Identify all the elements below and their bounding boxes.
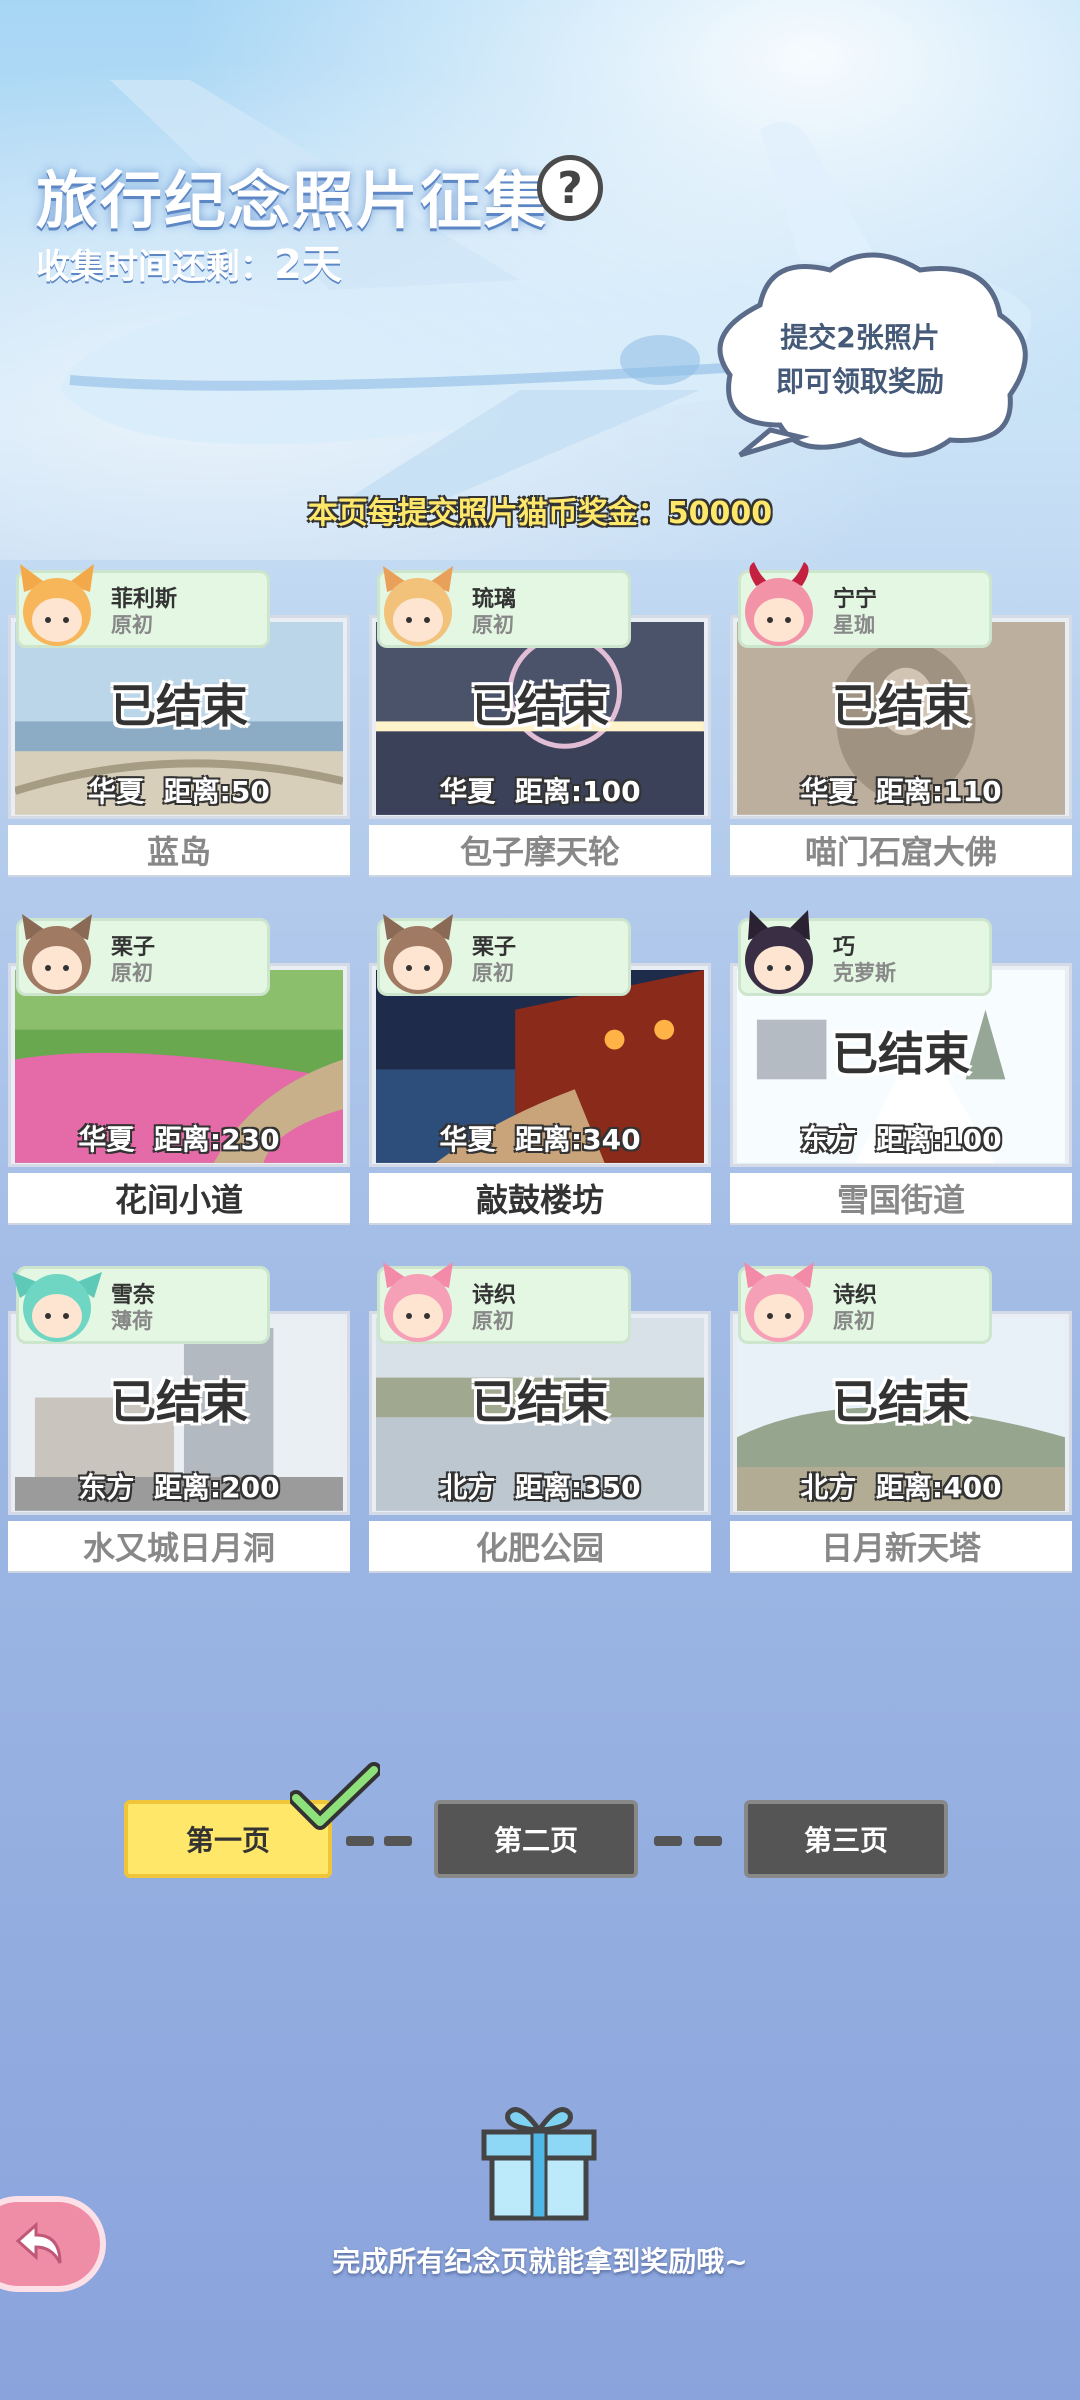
back-arrow-icon: [15, 2221, 62, 2264]
distance: 距离:110: [875, 775, 1002, 808]
region: 北方: [800, 1471, 857, 1504]
region: 华夏: [439, 1123, 496, 1156]
photo-card[interactable]: 已结束 华夏 距离:100 琉璃 原初 包子摩天轮: [369, 566, 711, 876]
region: 东方: [800, 1123, 857, 1156]
distance-label: 华夏 距离:50: [11, 770, 347, 810]
distance-label: 华夏 距离:100: [372, 770, 708, 810]
character-avatar-icon: [12, 1272, 102, 1342]
place-name: 日月新天塔: [730, 1521, 1072, 1571]
character-skin: 原初: [472, 613, 514, 637]
character-skin: 原初: [111, 961, 153, 985]
character-avatar-icon: [745, 562, 813, 646]
reward-hint-line2: 即可领取奖励: [775, 365, 944, 398]
region: 华夏: [78, 1123, 135, 1156]
pager-divider: [654, 1836, 682, 1846]
character-avatar-icon: [20, 564, 94, 646]
reward-hint: 提交2张照片 即可领取奖励: [730, 316, 990, 404]
distance: 距离:340: [514, 1123, 641, 1156]
region: 华夏: [88, 775, 145, 808]
place-name: 雪国街道: [730, 1173, 1072, 1223]
character-avatar-icon: [383, 914, 453, 994]
photo-card[interactable]: 华夏 距离:340 栗子 原初 敲鼓楼坊: [369, 914, 711, 1224]
photo-card[interactable]: 华夏 距离:230 栗子 原初 花间小道: [8, 914, 350, 1224]
character-avatar-icon: [744, 1262, 814, 1342]
photo-card[interactable]: 已结束 东方 距离:100 巧 克萝斯 雪国街道: [730, 910, 1072, 1224]
distance-label: 东方 距离:200: [11, 1466, 347, 1506]
distance: 距离:50: [163, 775, 270, 808]
ended-badge: 已结束: [471, 679, 609, 733]
distance: 距离:230: [153, 1123, 280, 1156]
ended-badge: 已结束: [832, 1027, 970, 1081]
distance: 距离:100: [875, 1123, 1002, 1156]
distance-label: 华夏 距离:230: [11, 1118, 347, 1158]
place-name: 化肥公园: [369, 1521, 711, 1571]
character-avatar-icon: [383, 566, 453, 646]
gift-icon[interactable]: [478, 2100, 600, 2224]
timer-label: 收集时间还剩：: [36, 247, 274, 287]
photo-card[interactable]: 已结束 东方 距离:200 雪奈 薄荷 水又城日月洞: [8, 1266, 350, 1572]
footer-hint: 完成所有纪念页就能拿到奖励哦~: [332, 2245, 748, 2278]
ended-badge: 已结束: [832, 1375, 970, 1429]
distance: 距离:350: [514, 1471, 641, 1504]
distance: 距离:100: [514, 775, 641, 808]
region: 东方: [78, 1471, 135, 1504]
distance-label: 北方 距离:350: [372, 1466, 708, 1506]
timer-value: 2天: [274, 242, 342, 288]
distance-label: 华夏 距离:340: [372, 1118, 708, 1158]
distance-label: 北方 距离:400: [733, 1466, 1069, 1506]
character-avatar-icon: [383, 1262, 453, 1342]
place-name: 敲鼓楼坊: [369, 1173, 711, 1223]
distance: 距离:200: [153, 1471, 280, 1504]
place-name: 蓝岛: [8, 825, 350, 875]
photo-card[interactable]: 已结束 北方 距离:400 诗织 原初 日月新天塔: [730, 1262, 1072, 1572]
pager-divider: [694, 1836, 722, 1846]
back-button[interactable]: [0, 2196, 106, 2292]
question-icon: ?: [537, 155, 603, 221]
time-remaining: 收集时间还剩：2天: [36, 232, 342, 290]
character-skin: 薄荷: [111, 1309, 153, 1333]
ended-badge: 已结束: [110, 679, 248, 733]
distance-label: 东方 距离:100: [733, 1118, 1069, 1158]
character-skin: 克萝斯: [833, 961, 896, 985]
pager-divider: [346, 1836, 374, 1846]
ended-badge: 已结束: [471, 1375, 609, 1429]
ended-badge: 已结束: [110, 1375, 248, 1429]
region: 华夏: [439, 775, 496, 808]
character-skin: 原初: [472, 1309, 514, 1333]
distance-label: 华夏 距离:110: [733, 770, 1069, 810]
check-icon: [290, 1762, 380, 1830]
character-skin: 原初: [111, 613, 153, 637]
character-skin: 星珈: [833, 613, 875, 637]
character-avatar-icon: [745, 910, 813, 994]
character-skin: 原初: [472, 961, 514, 985]
distance: 距离:400: [875, 1471, 1002, 1504]
place-name: 包子摩天轮: [369, 825, 711, 875]
page-title: 旅行纪念照片征集: [36, 164, 549, 237]
pager-divider: [384, 1836, 412, 1846]
bonus-banner: 本页每提交照片猫币奖金：50000: [307, 496, 773, 531]
region: 华夏: [800, 775, 857, 808]
region: 北方: [439, 1471, 496, 1504]
photo-card[interactable]: 已结束 华夏 距离:110 宁宁 星珈 喵门石窟大佛: [730, 562, 1072, 876]
page-3-button[interactable]: 第三页: [744, 1800, 948, 1878]
character-skin: 原初: [833, 1309, 875, 1333]
photo-card[interactable]: 已结束 华夏 距离:50 菲利斯 原初 蓝岛: [8, 564, 350, 876]
place-name: 喵门石窟大佛: [730, 825, 1072, 875]
reward-hint-line1: 提交2张照片: [780, 321, 940, 354]
ended-badge: 已结束: [832, 679, 970, 733]
photo-card[interactable]: 已结束 北方 距离:350 诗织 原初 化肥公园: [369, 1262, 711, 1572]
help-button[interactable]: ?: [537, 155, 645, 227]
place-name: 花间小道: [8, 1173, 350, 1223]
page-2-button[interactable]: 第二页: [434, 1800, 638, 1878]
place-name: 水又城日月洞: [8, 1521, 350, 1571]
character-avatar-icon: [22, 914, 92, 994]
